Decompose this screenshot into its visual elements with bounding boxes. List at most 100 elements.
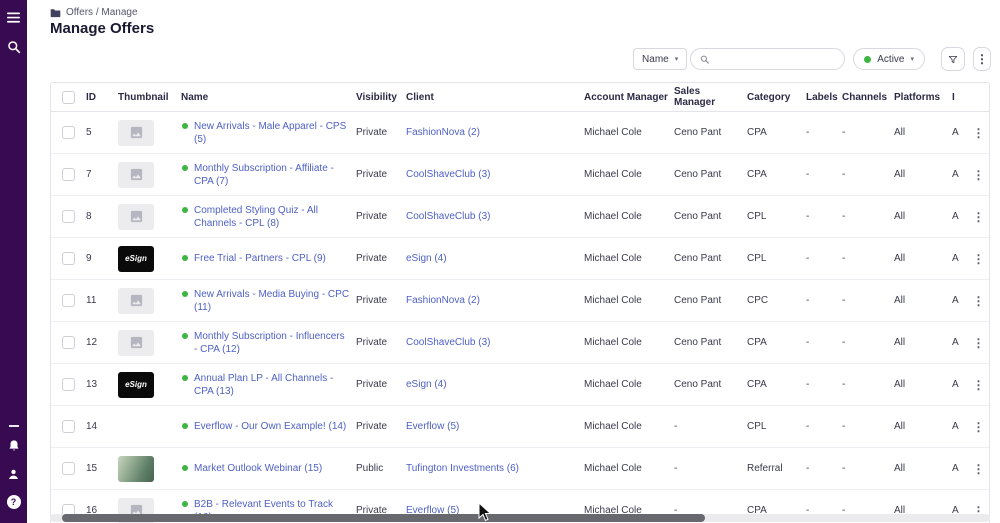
column-header-category: Category <box>747 92 806 103</box>
cell-clipped: A <box>952 295 966 306</box>
table-row: 5 <box>51 112 989 154</box>
column-header-name: Name <box>181 92 356 103</box>
cell-platforms: All <box>894 421 952 432</box>
row-menu-button[interactable]: ⋮ <box>973 211 985 223</box>
search-icon[interactable] <box>0 38 27 56</box>
row-menu-button[interactable]: ⋮ <box>973 253 985 265</box>
cell-visibility: Public <box>356 463 406 474</box>
cell-platforms: All <box>894 253 952 264</box>
cell-visibility: Private <box>356 421 406 432</box>
row-menu-button[interactable]: ⋮ <box>973 295 985 307</box>
active-status-dot <box>182 501 188 507</box>
search-box[interactable] <box>690 48 845 70</box>
cell-channels: - <box>842 127 894 138</box>
table-options-button[interactable]: ⋮ <box>973 47 991 71</box>
cell-sales-manager: Ceno Pant <box>674 253 747 264</box>
cell-platforms: All <box>894 337 952 348</box>
row-checkbox[interactable] <box>62 168 75 181</box>
cell-clipped: A <box>952 421 966 432</box>
cell-category: CPC <box>747 295 806 306</box>
row-menu-button[interactable]: ⋮ <box>973 421 985 433</box>
row-checkbox[interactable] <box>62 210 75 223</box>
cell-channels: - <box>842 337 894 348</box>
offer-name-link[interactable]: New Arrivals - Media Buying - CPC (11) <box>194 288 350 314</box>
user-profile-icon[interactable] <box>0 465 27 483</box>
folder-icon <box>50 8 61 18</box>
status-filter-select[interactable]: Active ▾ <box>853 48 925 70</box>
active-status-dot <box>864 56 871 63</box>
everflow-logo <box>118 414 154 440</box>
cell-category: CPL <box>747 211 806 222</box>
cell-clipped: A <box>952 211 966 222</box>
offer-name-link[interactable]: Everflow - Our Own Example! (14) <box>194 420 346 433</box>
cell-id: 13 <box>86 379 118 390</box>
horizontal-scrollbar-thumb[interactable] <box>62 514 705 522</box>
main-content: Offers / Manage Manage Offers Name ▾ Act… <box>27 0 1000 523</box>
cell-platforms: All <box>894 295 952 306</box>
cell-account-manager: Michael Cole <box>584 295 674 306</box>
cell-id: 8 <box>86 211 118 222</box>
row-checkbox[interactable] <box>62 462 75 475</box>
client-link[interactable]: FashionNova (2) <box>406 127 480 138</box>
cell-visibility: Private <box>356 127 406 138</box>
help-icon[interactable]: ? <box>0 493 27 511</box>
client-link[interactable]: CoolShaveClub (3) <box>406 337 491 348</box>
client-link[interactable]: FashionNova (2) <box>406 295 480 306</box>
cell-account-manager: Michael Cole <box>584 337 674 348</box>
filter-button[interactable] <box>941 47 965 71</box>
row-checkbox[interactable] <box>62 336 75 349</box>
client-link[interactable]: eSign (4) <box>406 379 447 390</box>
column-header-thumbnail: Thumbnail <box>118 92 181 103</box>
client-link[interactable]: Tufington Investments (6) <box>406 463 519 474</box>
row-checkbox[interactable] <box>62 420 75 433</box>
offer-name-link[interactable]: New Arrivals - Male Apparel - CPS (5) <box>194 120 350 146</box>
search-column-select[interactable]: Name ▾ <box>633 48 687 70</box>
row-menu-button[interactable]: ⋮ <box>973 337 985 349</box>
cell-account-manager: Michael Cole <box>584 127 674 138</box>
row-menu-button[interactable]: ⋮ <box>973 169 985 181</box>
cell-clipped: A <box>952 169 966 180</box>
client-link[interactable]: CoolShaveClub (3) <box>406 169 491 180</box>
cell-visibility: Private <box>356 211 406 222</box>
cell-clipped: A <box>952 379 966 390</box>
image-placeholder-icon <box>118 330 154 356</box>
client-link[interactable]: Everflow (5) <box>406 421 459 432</box>
row-checkbox[interactable] <box>62 294 75 307</box>
menu-icon[interactable] <box>0 8 27 26</box>
cell-labels: - <box>806 463 842 474</box>
row-menu-button[interactable]: ⋮ <box>973 379 985 391</box>
offer-name-link[interactable]: Completed Styling Quiz - All Channels - … <box>194 204 350 230</box>
row-menu-button[interactable]: ⋮ <box>973 127 985 139</box>
offer-name-link[interactable]: Monthly Subscription - Affiliate - CPA (… <box>194 162 350 188</box>
row-checkbox[interactable] <box>62 378 75 391</box>
search-column-label: Name <box>642 54 669 65</box>
client-link[interactable]: eSign (4) <box>406 253 447 264</box>
row-checkbox[interactable] <box>62 126 75 139</box>
cell-account-manager: Michael Cole <box>584 463 674 474</box>
client-link[interactable]: CoolShaveClub (3) <box>406 211 491 222</box>
select-all-checkbox[interactable] <box>62 91 75 104</box>
offer-name-link[interactable]: Free Trial - Partners - CPL (9) <box>194 252 326 265</box>
cell-platforms: All <box>894 463 952 474</box>
status-filter-label: Active <box>877 54 904 65</box>
cell-sales-manager: Ceno Pant <box>674 127 747 138</box>
magnifier-icon <box>7 40 21 54</box>
offer-name-link[interactable]: Market Outlook Webinar (15) <box>194 462 322 475</box>
cell-category: CPA <box>747 337 806 348</box>
row-menu-button[interactable]: ⋮ <box>973 463 985 475</box>
funnel-icon <box>948 53 958 66</box>
cell-id: 7 <box>86 169 118 180</box>
cell-visibility: Private <box>356 253 406 264</box>
row-checkbox[interactable] <box>62 252 75 265</box>
table-row: 14 <box>51 406 989 448</box>
breadcrumb[interactable]: Offers / Manage <box>50 7 138 18</box>
offer-name-link[interactable]: Annual Plan LP - All Channels - CPA (13) <box>194 372 350 398</box>
cell-platforms: All <box>894 169 952 180</box>
notifications-bell-icon[interactable] <box>0 437 27 455</box>
column-header-channels: Channels <box>842 92 894 103</box>
offer-name-link[interactable]: Monthly Subscription - Influencers - CPA… <box>194 330 350 356</box>
cell-platforms: All <box>894 127 952 138</box>
cell-sales-manager: Ceno Pant <box>674 379 747 390</box>
cell-id: 14 <box>86 421 118 432</box>
search-input[interactable] <box>716 53 836 66</box>
